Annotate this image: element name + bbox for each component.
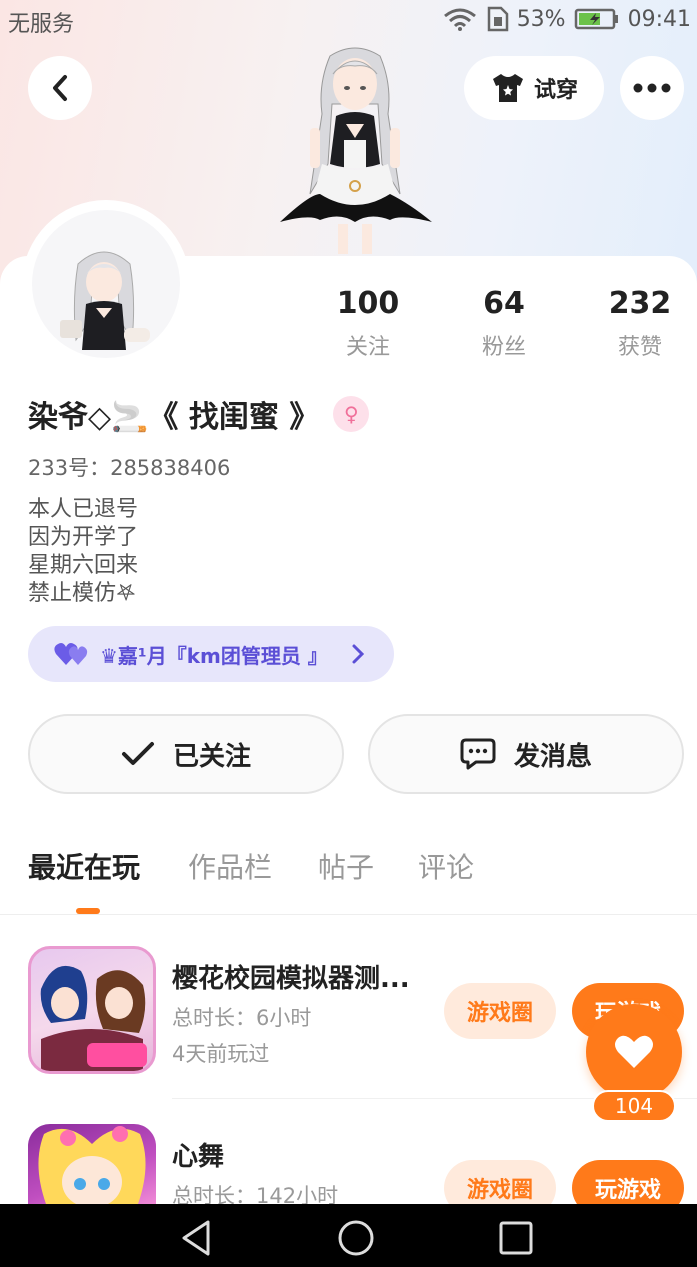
bio-line: 因为开学了: [28, 525, 139, 550]
send-message-button[interactable]: 发消息: [368, 714, 684, 794]
chat-bubble-icon: [460, 738, 496, 770]
likes-count: 232: [608, 286, 672, 321]
more-dots-icon: [633, 83, 671, 93]
game-icon-sakura[interactable]: [28, 946, 156, 1074]
double-heart-icon: [54, 643, 88, 665]
game-play-duration: 总时长：6小时: [172, 1006, 312, 1030]
bio-line: 星期六回来: [28, 553, 139, 578]
tab-posts[interactable]: 帖子: [318, 846, 374, 886]
nav-recents-icon[interactable]: [496, 1218, 536, 1258]
chevron-right-icon: [352, 644, 365, 664]
system-navigation-bar: [0, 1204, 697, 1267]
followers-count: 64: [483, 286, 525, 321]
following-label: 关注: [345, 335, 390, 360]
try-on-button[interactable]: 试穿: [464, 56, 604, 120]
wifi-icon: [443, 8, 476, 31]
group-badge-button[interactable]: ♛嘉¹月『km团管理员 』: [28, 626, 394, 682]
stat-likes[interactable]: 232 获赞: [580, 286, 697, 361]
bio-line: 禁止模仿𖤐: [28, 581, 136, 606]
heart-icon: [615, 1035, 653, 1068]
bio-line: 本人已退号: [28, 497, 139, 522]
battery-charging-icon: [574, 8, 618, 30]
game-circle-button[interactable]: 游戏圈: [444, 983, 556, 1039]
stat-following[interactable]: 100 关注: [308, 286, 428, 361]
profile-name-row: 染爷◇🚬《 找闺蜜 》 ♀: [28, 392, 370, 436]
game-art-image: [38, 1126, 146, 1204]
game-art-image: [40, 965, 147, 1071]
game-circle-label: 游戏圈: [466, 1178, 533, 1203]
game-circle-label: 游戏圈: [466, 1001, 533, 1026]
tab-comments[interactable]: 评论: [418, 846, 474, 886]
back-button[interactable]: [28, 56, 92, 120]
send-message-label: 发消息: [513, 741, 592, 772]
likes-label: 获赞: [617, 335, 662, 360]
tab-recently-played[interactable]: 最近在玩: [28, 846, 140, 886]
tab-works[interactable]: 作品栏: [188, 846, 272, 886]
carrier-text: 无服务: [8, 12, 75, 37]
followed-button[interactable]: 已关注: [28, 714, 344, 794]
game-title: 心舞: [172, 1142, 225, 1172]
clock: 09:41: [627, 6, 691, 32]
following-count: 100: [336, 286, 400, 321]
followers-label: 粉丝: [481, 335, 526, 360]
group-badge-label: ♛嘉¹月『km团管理员 』: [100, 643, 328, 668]
tabs-divider: [0, 914, 697, 915]
like-count-badge: 104: [592, 1090, 676, 1122]
female-gender-icon: ♀: [333, 396, 370, 432]
status-bar: 无服务 53% 09:41: [0, 0, 697, 40]
nav-home-icon[interactable]: [336, 1218, 376, 1258]
play-game-label: 玩游戏: [594, 1178, 661, 1203]
like-button[interactable]: [586, 1004, 682, 1100]
more-options-button[interactable]: [620, 56, 684, 120]
profile-bio: 本人已退号 因为开学了 星期六回来 禁止模仿𖤐: [28, 496, 138, 608]
battery-percent: 53%: [516, 6, 566, 32]
game-icon-xinwu[interactable]: [28, 1124, 156, 1204]
user-id[interactable]: 233号：285838406: [28, 452, 230, 482]
tshirt-icon: [492, 74, 523, 102]
game-title: 樱花校园模拟器测...: [172, 964, 410, 994]
profile-stats: 100 关注 64 粉丝 232 获赞: [0, 286, 697, 366]
followed-label: 已关注: [172, 741, 251, 772]
try-on-label: 试穿: [533, 78, 578, 103]
avatar-character-figure[interactable]: [270, 44, 440, 256]
check-icon: [121, 742, 154, 765]
game-last-played: 4天前玩过: [172, 1042, 270, 1066]
profile-name: 染爷◇🚬《 找闺蜜 》: [28, 400, 320, 435]
stat-followers[interactable]: 64 粉丝: [444, 286, 564, 361]
chevron-left-icon: [53, 75, 67, 101]
nav-back-icon[interactable]: [176, 1218, 216, 1258]
sim-card-icon: [487, 6, 508, 32]
